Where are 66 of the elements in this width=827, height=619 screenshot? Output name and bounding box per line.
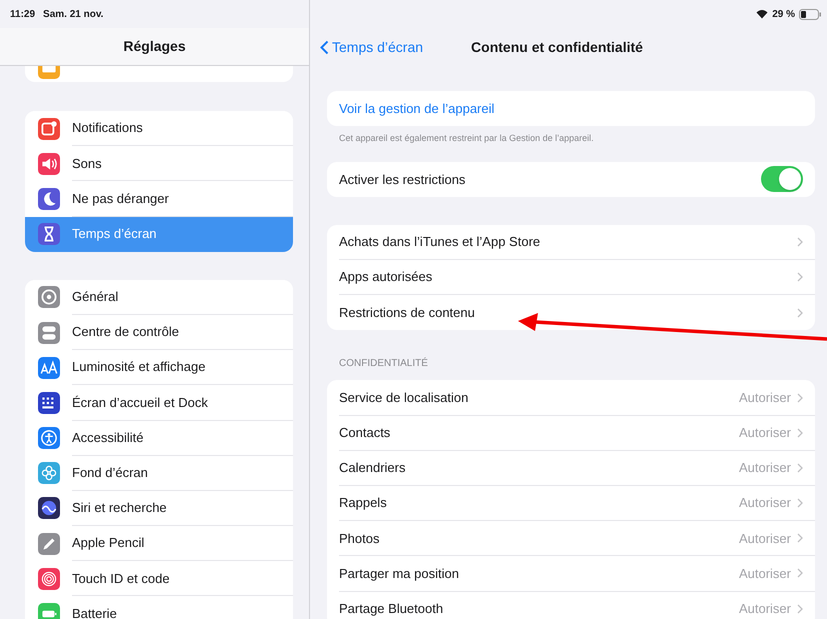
status-date: Sam. 21 nov. xyxy=(43,8,104,22)
settings-row[interactable]: Partager ma position Autoriser xyxy=(327,556,815,592)
link-label: Voir la gestion de l’appareil xyxy=(339,100,494,118)
settings-row[interactable]: Contacts Autoriser xyxy=(327,416,815,451)
chevron-right-icon xyxy=(797,533,803,544)
chevron-right-icon xyxy=(797,462,803,473)
battery-icon xyxy=(799,8,821,20)
settings-row[interactable]: Achats dans l’iTunes et l’App Store xyxy=(327,224,815,260)
sidebar-item-label: Apple Pencil xyxy=(72,534,144,552)
status-time: 11:29 xyxy=(10,8,36,22)
sidebar-item-label: Ne pas déranger xyxy=(72,190,169,208)
settings-row[interactable]: Service de localisation Autoriser xyxy=(327,380,815,416)
chevron-left-icon xyxy=(320,40,329,54)
sidebar-item-label: Notifications xyxy=(72,119,143,138)
sidebar-item-label: Touch ID et code xyxy=(72,570,170,588)
setting-label: Photos xyxy=(339,530,380,548)
sidebar-item-label: Centre de contrôle xyxy=(72,323,179,342)
sidebar-item-label: Sons xyxy=(72,154,102,173)
sidebar-item-label: Accessibilité xyxy=(72,428,144,447)
sidebar-item-label: Écran d’accueil et Dock xyxy=(72,394,208,412)
chevron-right-icon xyxy=(797,272,803,282)
sidebar-item-label: Luminosité et affichage xyxy=(72,358,206,376)
settings-row[interactable]: Rappels Autoriser xyxy=(327,486,815,522)
setting-label: Apps autorisées xyxy=(339,268,434,286)
chevron-right-icon xyxy=(797,392,803,403)
setting-label: Service de localisation xyxy=(339,388,470,407)
sidebar-item-label: Siri et recherche xyxy=(72,499,167,518)
wifi-icon xyxy=(756,9,768,19)
settings-row[interactable]: Partage Bluetooth Autoriser xyxy=(327,592,815,619)
setting-label: Rappels xyxy=(339,494,388,512)
setting-label: Partage Bluetooth xyxy=(339,600,444,618)
sidebar-title: Réglages xyxy=(123,37,186,56)
sidebar-item-label: Général xyxy=(72,288,118,306)
setting-value: Autoriser xyxy=(738,388,791,407)
sidebar-item-label: Batterie xyxy=(72,605,117,619)
setting-value: Autoriser xyxy=(738,600,791,618)
setting-value: Autoriser xyxy=(738,564,791,583)
sidebar-item-label: Fond d’écran xyxy=(72,464,148,482)
setting-label: Calendriers xyxy=(339,459,406,478)
setting-value: Autoriser xyxy=(738,459,791,478)
link-row[interactable]: Voir la gestion de l’appareil xyxy=(327,91,815,126)
chevron-right-icon xyxy=(797,498,803,508)
setting-label: Contacts xyxy=(339,424,392,442)
setting-label: Restrictions de contenu xyxy=(339,304,476,322)
section-header: CONFIDENTIALITÉ xyxy=(338,356,429,372)
chevron-right-icon xyxy=(797,604,803,614)
chevron-right-icon xyxy=(797,428,803,438)
settings-row[interactable]: Apps autorisées xyxy=(327,260,815,296)
settings-row[interactable]: Restrictions de contenu xyxy=(327,295,815,330)
back-button[interactable]: Temps d’écran xyxy=(320,36,424,58)
chevron-right-icon xyxy=(797,568,803,578)
chevron-right-icon xyxy=(797,236,803,247)
setting-label: Activer les restrictions xyxy=(339,170,466,189)
setting-value: Autoriser xyxy=(738,424,791,442)
page-title: Contenu et confidentialité xyxy=(471,38,643,56)
settings-row[interactable]: Calendriers Autoriser xyxy=(327,450,815,486)
setting-value: Autoriser xyxy=(738,494,791,512)
toggle-switch[interactable] xyxy=(761,166,803,192)
footnote: Cet appareil est également restreint par la Gestion de l’appareil. xyxy=(338,132,595,146)
setting-label: Achats dans l’iTunes et l’App Store xyxy=(339,233,542,252)
settings-row[interactable]: Photos Autoriser xyxy=(327,521,815,556)
sidebar-item-label: Temps d’écran xyxy=(72,225,157,244)
setting-value: Autoriser xyxy=(738,530,791,548)
setting-label: Partager ma position xyxy=(339,564,460,583)
battery-percent: 29 % xyxy=(772,8,795,22)
chevron-right-icon xyxy=(797,308,803,318)
